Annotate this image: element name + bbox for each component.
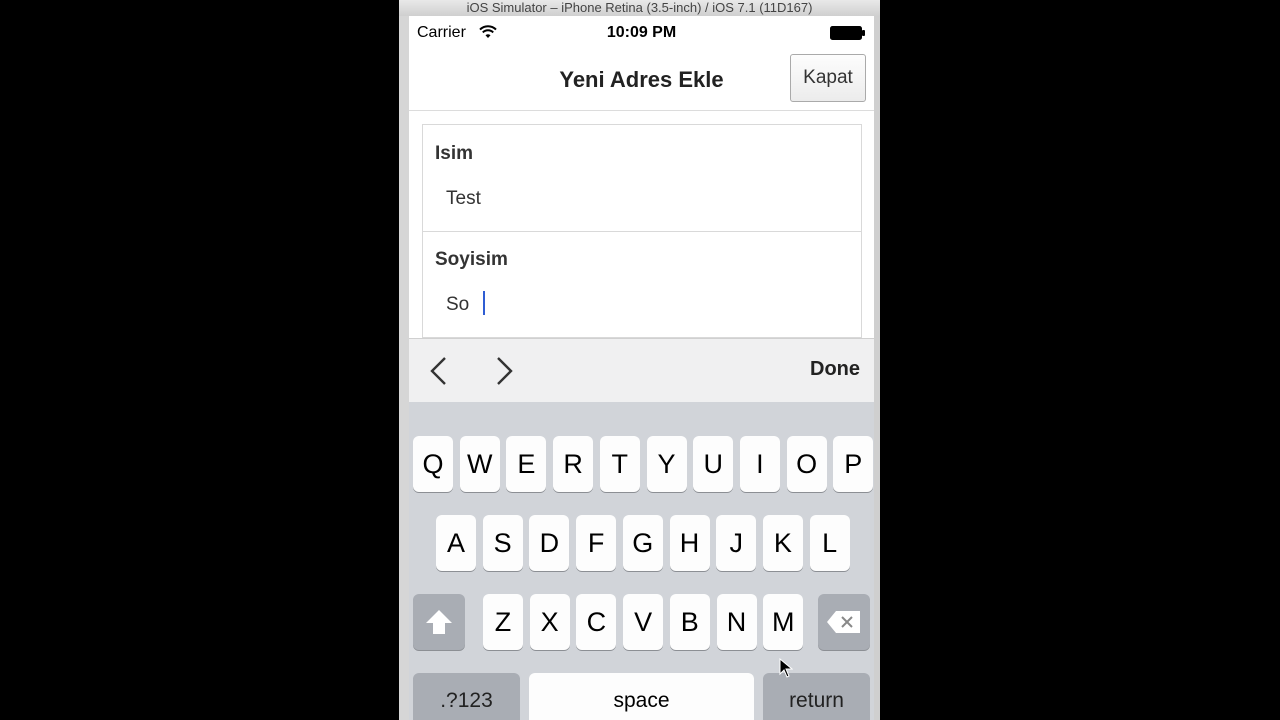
- last-name-field: Soyisim: [423, 231, 861, 338]
- key-v[interactable]: V: [623, 594, 664, 650]
- key-u[interactable]: U: [693, 436, 734, 492]
- address-form: Isim Soyisim: [422, 124, 862, 355]
- shift-icon: [426, 610, 452, 634]
- key-o[interactable]: O: [786, 436, 827, 492]
- navigation-bar: Yeni Adres Ekle Kapat: [409, 50, 874, 111]
- first-name-field: Isim: [423, 125, 861, 232]
- battery-icon: [830, 26, 865, 40]
- key-s[interactable]: S: [482, 515, 523, 571]
- key-f[interactable]: F: [576, 515, 617, 571]
- key-k[interactable]: K: [762, 515, 803, 571]
- keyboard-accessory-bar: Done: [409, 338, 874, 403]
- chevron-right-icon[interactable]: [491, 355, 517, 387]
- key-h[interactable]: H: [669, 515, 710, 571]
- background-window-edge-right: [874, 16, 880, 720]
- done-button[interactable]: Done: [810, 358, 860, 381]
- status-bar: Carrier 10:09 PM: [409, 16, 874, 50]
- key-p[interactable]: P: [833, 436, 874, 492]
- key-q[interactable]: Q: [413, 436, 453, 492]
- device-screen: Carrier 10:09 PM Yeni Adres Ekle Kapat I…: [409, 16, 874, 720]
- delete-key[interactable]: [818, 594, 870, 650]
- last-name-label: Soyisim: [435, 249, 508, 270]
- key-x[interactable]: X: [529, 594, 570, 650]
- shift-key[interactable]: [413, 594, 465, 650]
- background-window-edge: [399, 16, 409, 720]
- space-key[interactable]: space: [529, 673, 754, 720]
- key-l[interactable]: L: [809, 515, 850, 571]
- key-a[interactable]: A: [436, 515, 476, 571]
- key-d[interactable]: D: [529, 515, 570, 571]
- key-r[interactable]: R: [553, 436, 594, 492]
- first-name-label: Isim: [435, 143, 474, 164]
- key-c[interactable]: C: [576, 594, 617, 650]
- simulator-window: iOS Simulator – iPhone Retina (3.5-inch)…: [399, 0, 880, 720]
- first-name-input[interactable]: [435, 181, 856, 217]
- key-i[interactable]: I: [739, 436, 780, 492]
- key-m[interactable]: M: [763, 594, 804, 650]
- key-w[interactable]: W: [459, 436, 500, 492]
- last-name-input[interactable]: [435, 287, 856, 323]
- text-caret: [483, 291, 485, 315]
- key-b[interactable]: B: [669, 594, 710, 650]
- chevron-left-icon[interactable]: [426, 355, 452, 387]
- key-n[interactable]: N: [716, 594, 757, 650]
- key-y[interactable]: Y: [646, 436, 687, 492]
- window-title: iOS Simulator – iPhone Retina (3.5-inch)…: [399, 0, 880, 16]
- numbers-key[interactable]: .?123: [413, 673, 520, 720]
- keyboard: QWERTYUIOP ASDFGHJKL ZXCVBNM .?123 space…: [409, 402, 874, 720]
- mouse-cursor-icon: [779, 658, 793, 678]
- key-g[interactable]: G: [622, 515, 663, 571]
- key-e[interactable]: E: [506, 436, 547, 492]
- return-key[interactable]: return: [763, 673, 870, 720]
- key-j[interactable]: J: [716, 515, 757, 571]
- key-t[interactable]: T: [599, 436, 640, 492]
- clock: 10:09 PM: [606, 24, 677, 41]
- key-z[interactable]: Z: [483, 594, 523, 650]
- backspace-icon: [827, 611, 860, 633]
- close-button[interactable]: Kapat: [790, 54, 866, 102]
